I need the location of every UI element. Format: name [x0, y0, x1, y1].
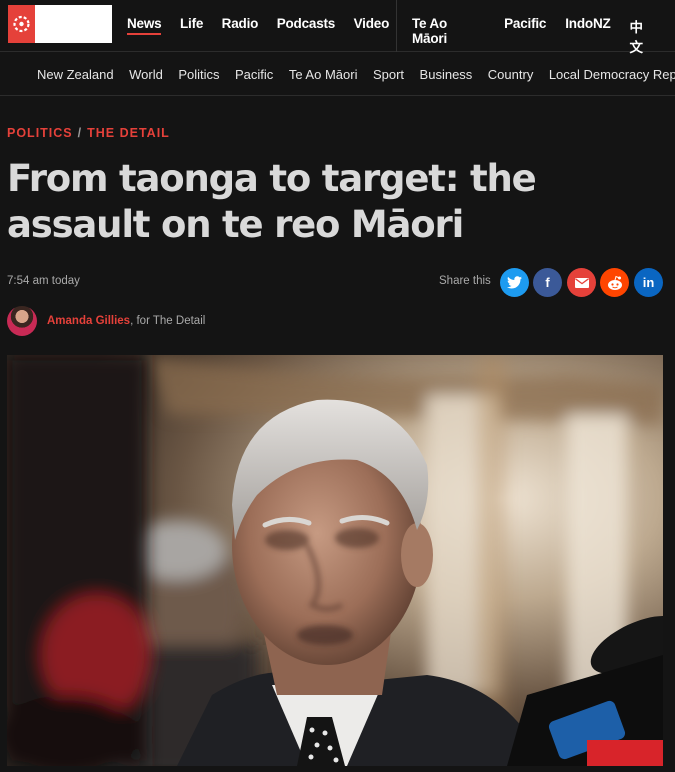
twitter-icon: [507, 276, 522, 289]
nav-video[interactable]: Video: [354, 16, 390, 35]
author-link[interactable]: Amanda Gillies: [47, 315, 130, 327]
linkedin-icon: in: [642, 275, 655, 290]
section-local-democracy[interactable]: Local Democracy Rep: [549, 67, 675, 82]
nav-pacific[interactable]: Pacific: [504, 16, 546, 56]
facebook-share-button[interactable]: f: [533, 268, 562, 297]
nav-chinese[interactable]: 中文: [630, 16, 656, 56]
section-sport[interactable]: Sport: [373, 67, 404, 82]
section-nav: New Zealand World Politics Pacific Te Ao…: [0, 53, 675, 96]
facebook-icon: f: [545, 275, 550, 290]
article-headline: From taonga to target: the assault on te…: [7, 157, 537, 246]
nav-te-ao-maori[interactable]: Te Ao Māori: [412, 16, 485, 56]
email-icon: [574, 277, 589, 288]
reddit-icon: [607, 275, 622, 290]
article-timestamp: 7:54 am today: [7, 275, 80, 287]
rnz-logo[interactable]: [8, 5, 112, 43]
reddit-share-button[interactable]: [600, 268, 629, 297]
section-te-ao-maori[interactable]: Te Ao Māori: [289, 67, 358, 82]
section-business[interactable]: Business: [420, 67, 473, 82]
author-affiliation: , for The Detail: [130, 315, 206, 327]
nav-indonz[interactable]: IndoNZ: [565, 16, 610, 56]
email-share-button[interactable]: [567, 268, 596, 297]
kicker-the-detail[interactable]: THE DETAIL: [87, 126, 170, 140]
linkedin-share-button[interactable]: in: [634, 268, 663, 297]
twitter-share-button[interactable]: [500, 268, 529, 297]
nav-divider: [396, 0, 397, 52]
nav-life[interactable]: Life: [180, 16, 203, 35]
hero-image: [7, 355, 663, 766]
kicker-separator: /: [77, 126, 83, 140]
primary-nav: News Life Radio Podcasts Video: [127, 16, 408, 35]
top-bar: News Life Radio Podcasts Video Te Ao Māo…: [0, 0, 675, 55]
secondary-nav: Te Ao Māori Pacific IndoNZ 中文: [412, 16, 675, 56]
section-world[interactable]: World: [129, 67, 163, 82]
article-kicker: POLITICS / THE DETAIL: [7, 126, 170, 140]
section-pacific[interactable]: Pacific: [235, 67, 273, 82]
nav-news[interactable]: News: [127, 16, 162, 35]
logo-mark-icon: [8, 5, 35, 43]
nav-podcasts[interactable]: Podcasts: [277, 16, 336, 35]
section-politics[interactable]: Politics: [178, 67, 219, 82]
section-new-zealand[interactable]: New Zealand: [37, 67, 114, 82]
section-country[interactable]: Country: [488, 67, 534, 82]
share-label: Share this: [439, 275, 491, 287]
byline: Amanda Gillies, for The Detail: [7, 306, 205, 336]
nav-radio[interactable]: Radio: [222, 16, 259, 35]
kicker-politics[interactable]: POLITICS: [7, 126, 73, 140]
author-avatar: [7, 306, 37, 336]
